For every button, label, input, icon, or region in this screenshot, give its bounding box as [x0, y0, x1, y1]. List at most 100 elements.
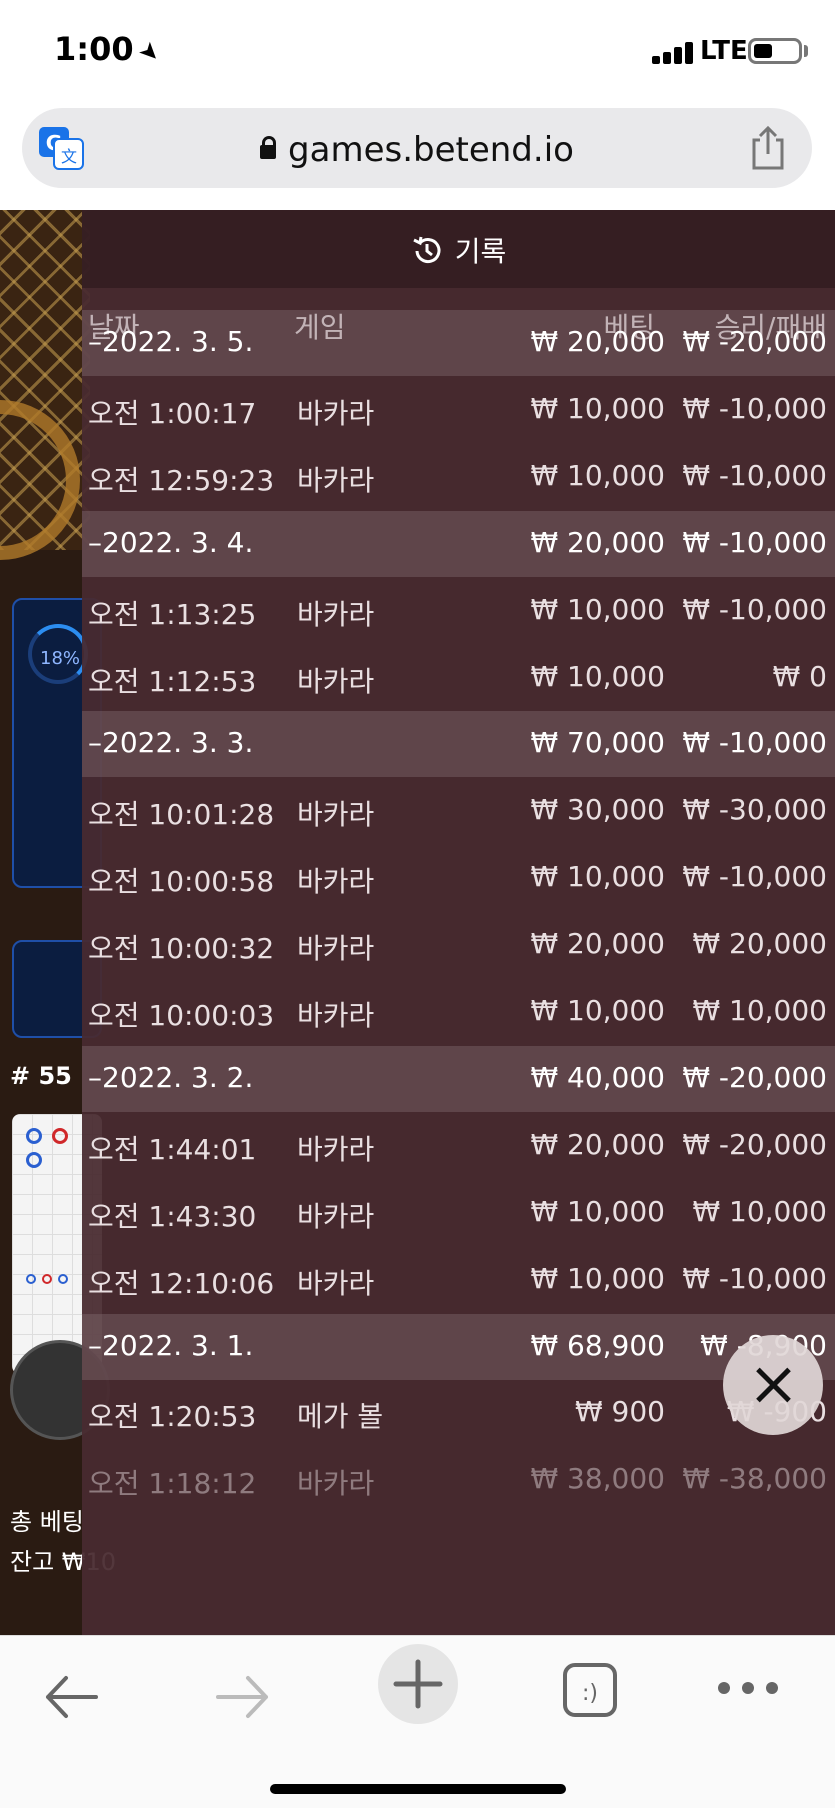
history-row: 오전 12:59:23 바카라 ₩ 10,000 ₩ -10,000	[82, 444, 835, 510]
row-time: 오전 1:00:17	[88, 396, 257, 430]
signal-icon	[652, 42, 694, 64]
row-time: 오전 1:43:30	[88, 1199, 257, 1233]
row-game: 바카라	[297, 597, 375, 631]
row-bet: ₩ 20,000	[530, 525, 665, 559]
plus-icon[interactable]	[376, 1642, 460, 1726]
row-win-loss: ₩ -10,000	[682, 592, 827, 626]
row-time: 오전 10:01:28	[88, 798, 275, 832]
url-text: games.betend.io	[288, 130, 574, 170]
home-indicator	[270, 1784, 566, 1794]
history-row: 오전 1:44:01 바카라 ₩ 20,000 ₩ -20,000	[82, 1113, 835, 1179]
history-row: 오전 10:00:32 바카라 ₩ 20,000 ₩ 20,000	[82, 912, 835, 978]
row-time: 오전 10:00:32	[88, 932, 275, 966]
history-row: 오전 12:10:06 바카라 ₩ 10,000 ₩ -10,000	[82, 1247, 835, 1313]
close-button[interactable]	[723, 1335, 823, 1435]
lock-icon	[260, 136, 277, 159]
history-row: 오전 1:00:17 바카라 ₩ 10,000 ₩ -10,000	[82, 377, 835, 443]
group-date: –2022. 3. 1.	[88, 1328, 254, 1362]
row-bet: ₩ 10,000	[530, 1194, 665, 1228]
row-time: 오전 12:59:23	[88, 463, 275, 497]
status-time: 1:00➤	[54, 30, 167, 69]
more-icon[interactable]	[716, 1676, 780, 1700]
row-time: 오전 1:18:12	[88, 1467, 257, 1501]
row-game: 바카라	[297, 999, 375, 1032]
history-row: 오전 1:18:12 바카라 ₩ 38,000 ₩ -38,000	[82, 1447, 835, 1513]
row-win-loss: ₩ 10,000	[692, 994, 827, 1027]
date-group-row: –2022. 3. 2. ₩ 40,000 ₩ -20,000	[82, 1045, 835, 1112]
row-game: 바카라	[297, 463, 375, 497]
row-win-loss: ₩ -20,000	[682, 325, 827, 358]
history-row: 오전 1:20:53메가 볼₩ 900₩ -900	[82, 1380, 835, 1446]
battery-icon	[748, 38, 802, 64]
row-win-loss: ₩ -30,000	[682, 793, 827, 827]
address-bar[interactable]: G 文 games.betend.io	[22, 108, 812, 188]
row-time: 오전 1:12:53	[88, 664, 257, 698]
row-bet: ₩ 10,000	[530, 1261, 665, 1295]
row-bet: ₩ 68,900	[530, 1328, 665, 1362]
svg-text::): :)	[582, 1681, 598, 1706]
row-win-loss: ₩ 10,000	[692, 1194, 827, 1228]
group-date: –2022. 3. 2.	[88, 1060, 254, 1094]
row-bet: ₩ 20,000	[530, 325, 665, 358]
row-win-loss: ₩ -20,000	[682, 1127, 827, 1161]
row-game: 메가 볼	[297, 1400, 384, 1434]
back-arrow-icon[interactable]	[40, 1666, 102, 1728]
row-bet: ₩ 20,000	[530, 927, 665, 961]
url-display[interactable]: games.betend.io	[22, 130, 812, 170]
group-date: –2022. 3. 3.	[88, 726, 254, 760]
round-number: # 55	[10, 1062, 72, 1090]
row-bet: ₩ 20,000	[530, 1127, 665, 1161]
date-group-row: –2022. 3. 1.₩ 68,900₩ -8,900	[82, 1313, 835, 1380]
date-group-row: –2022. 3. 4. ₩ 20,000 ₩ -10,000	[82, 510, 835, 577]
group-date: –2022. 3. 4.	[88, 525, 254, 559]
network-type: LTE	[700, 36, 748, 66]
date-group-row: –2022. 3. 3. ₩ 70,000 ₩ -10,000	[82, 711, 835, 778]
history-clock-icon	[413, 236, 441, 264]
row-win-loss: ₩ -10,000	[682, 391, 827, 425]
history-row: 오전 10:00:58 바카라 ₩ 10,000 ₩ -10,000	[82, 845, 835, 911]
row-bet: ₩ 900	[574, 1395, 665, 1429]
row-bet: ₩ 10,000	[530, 592, 665, 626]
history-panel: 기록 날짜 게임 베팅 승리/패배 –2022. 3. 5. ₩ 20,000 ₩ …	[82, 210, 835, 1635]
history-row: 오전 1:13:25 바카라 ₩ 10,000 ₩ -10,000	[82, 578, 835, 644]
total-bet-label: 총 베팅	[10, 1508, 84, 1536]
row-win-loss: ₩ -10,000	[682, 726, 827, 760]
row-win-loss: ₩ -10,000	[682, 458, 827, 492]
row-bet: ₩ 10,000	[530, 391, 665, 425]
row-time: 오전 10:00:03	[88, 999, 275, 1032]
row-time: 오전 12:10:06	[88, 1266, 275, 1300]
row-win-loss: ₩ -10,000	[682, 860, 827, 894]
history-row: 오전 1:12:53 바카라 ₩ 10,000 ₩ 0	[82, 645, 835, 711]
row-bet: ₩ 70,000	[530, 726, 665, 760]
row-game: 바카라	[297, 798, 375, 832]
row-bet: ₩ 40,000	[530, 1060, 665, 1094]
history-row: 오전 10:00:03 바카라 ₩ 10,000 ₩ 10,000	[82, 979, 835, 1045]
row-game: 바카라	[297, 1266, 375, 1300]
forward-arrow-icon[interactable]	[212, 1666, 274, 1728]
date-group-row: –2022. 3. 5. ₩ 20,000 ₩ -20,000	[82, 310, 835, 376]
row-game: 바카라	[297, 1132, 375, 1166]
row-win-loss: ₩ -38,000	[682, 1462, 827, 1496]
row-game: 바카라	[297, 865, 375, 899]
row-bet: ₩ 10,000	[530, 994, 665, 1027]
row-game: 바카라	[297, 1467, 375, 1501]
status-bar: 1:00➤ LTE	[0, 0, 835, 100]
row-win-loss: ₩ 20,000	[692, 927, 827, 961]
row-time: 오전 1:44:01	[88, 1132, 257, 1166]
row-win-loss: ₩ -10,000	[682, 1261, 827, 1295]
history-title-text: 기록	[454, 235, 507, 268]
tabs-icon[interactable]: :)	[560, 1660, 620, 1720]
browser-address-area: G 文 games.betend.io	[0, 100, 835, 210]
row-game: 바카라	[297, 932, 375, 966]
row-bet: ₩ 30,000	[530, 793, 665, 827]
row-win-loss: ₩ -20,000	[682, 1060, 827, 1094]
percent-text: 18%	[40, 648, 81, 669]
row-game: 바카라	[297, 664, 375, 698]
row-bet: ₩ 10,000	[530, 659, 665, 693]
share-icon[interactable]	[746, 124, 790, 172]
history-header: 기록	[82, 210, 835, 288]
row-time: 오전 1:13:25	[88, 597, 257, 631]
history-title: 기록	[82, 230, 835, 270]
row-game: 바카라	[297, 396, 375, 430]
row-bet: ₩ 10,000	[530, 860, 665, 894]
